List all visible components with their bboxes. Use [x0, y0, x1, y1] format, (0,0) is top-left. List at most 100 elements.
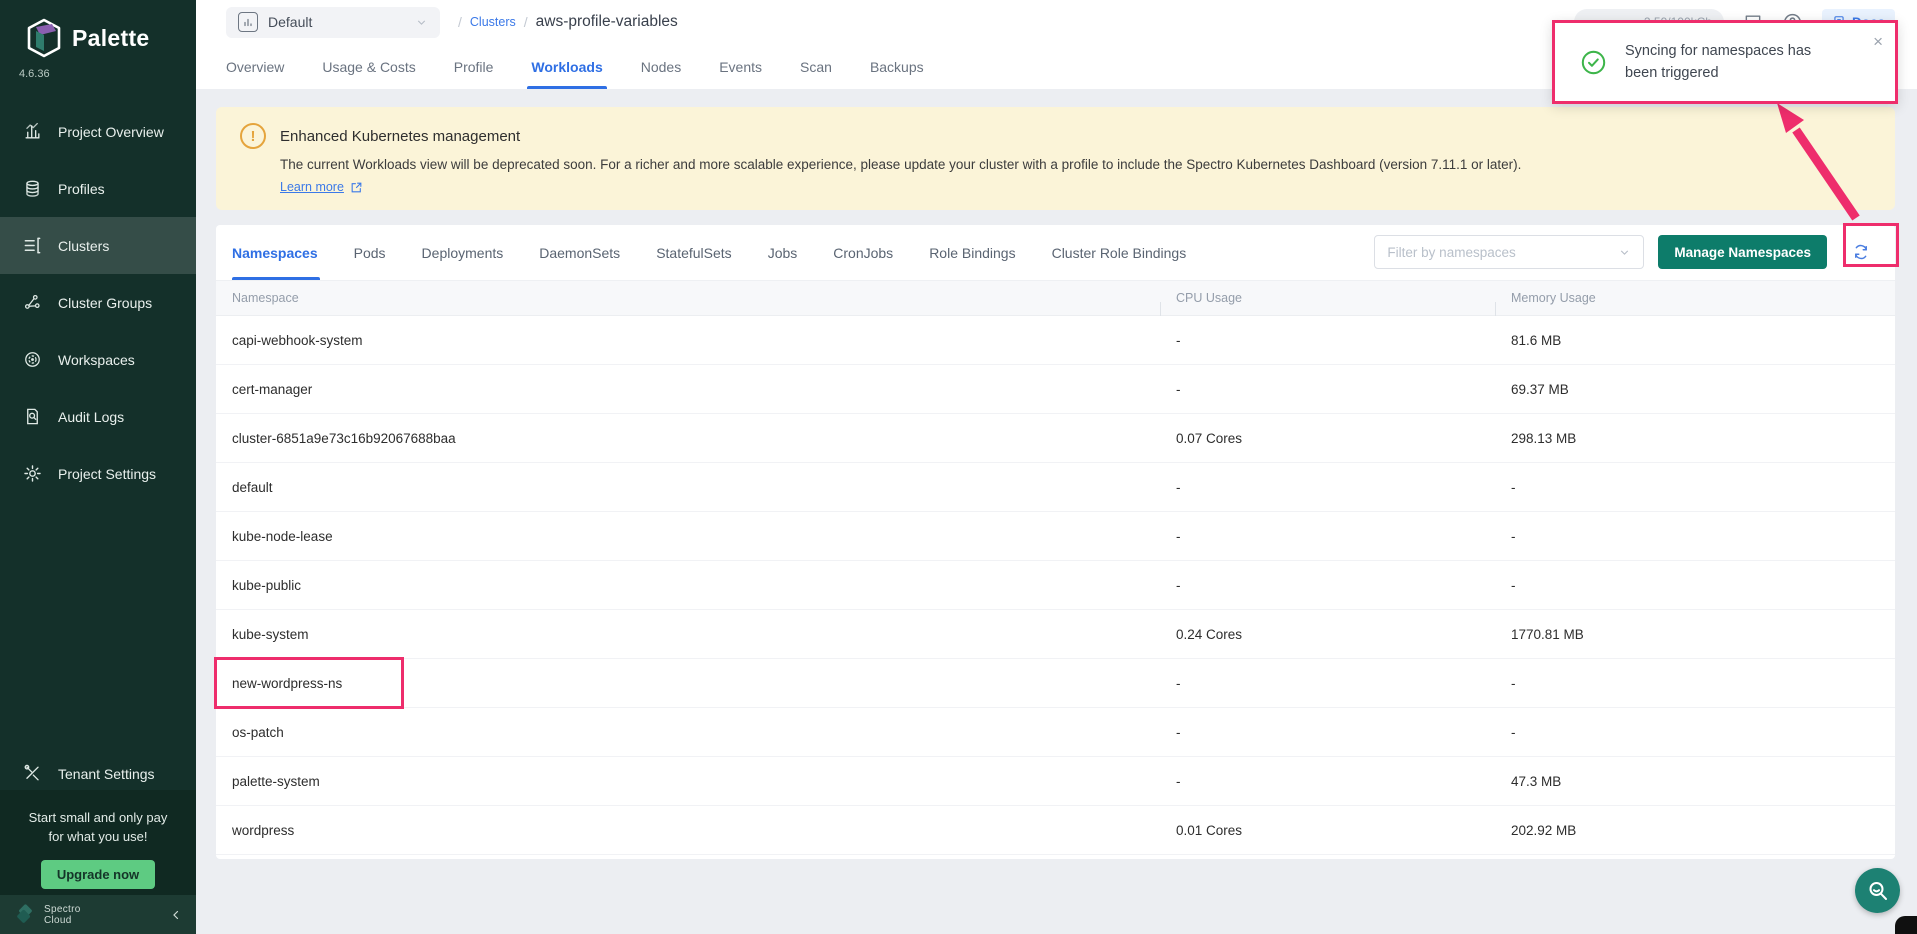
upgrade-promo: Start small and only pay for what you us… [0, 790, 196, 895]
banner-title: Enhanced Kubernetes management [280, 128, 520, 145]
gear-icon [22, 464, 42, 484]
toast-notification: Syncing for namespaces has been triggere… [1552, 20, 1898, 104]
table-row-default[interactable]: default-- [216, 463, 1895, 512]
table-row-kube-public[interactable]: kube-public-- [216, 561, 1895, 610]
search-fab-button[interactable] [1855, 868, 1900, 913]
manage-namespaces-button[interactable]: Manage Namespaces [1658, 235, 1827, 269]
column-header-namespace: Namespace [216, 291, 1160, 305]
learn-more-link[interactable]: Learn more [280, 180, 344, 194]
sidebar-item-audit-logs[interactable]: Audit Logs [0, 388, 196, 445]
target-icon [22, 350, 42, 370]
subtab-pods[interactable]: Pods [354, 225, 386, 280]
promo-text-line1: Start small and only pay [0, 808, 196, 827]
subtab-deployments[interactable]: Deployments [422, 225, 504, 280]
sidebar-item-label: Tenant Settings [58, 766, 155, 782]
cpu-cell: - [1160, 382, 1495, 397]
subtab-statefulsets[interactable]: StatefulSets [656, 225, 732, 280]
workloads-card: Namespaces Pods Deployments DaemonSets State… [216, 225, 1895, 859]
warning-icon: ! [240, 123, 266, 149]
column-header-memory: Memory Usage [1495, 291, 1895, 305]
tab-workloads[interactable]: Workloads [531, 44, 602, 89]
promo-text-line2: for what you use! [0, 827, 196, 846]
project-scope-icon [238, 12, 258, 32]
namespace-cell: kube-public [216, 578, 1160, 593]
sidebar-item-label: Clusters [58, 238, 109, 254]
footer-brand-line1: Spectro [44, 904, 81, 915]
chevron-down-icon [415, 16, 428, 29]
sidebar-item-project-settings[interactable]: Project Settings [0, 445, 196, 502]
tab-events[interactable]: Events [719, 44, 762, 89]
subtab-jobs[interactable]: Jobs [768, 225, 798, 280]
refresh-button[interactable] [1841, 235, 1881, 269]
sidebar-item-label: Profiles [58, 181, 105, 197]
subtab-namespaces[interactable]: Namespaces [232, 225, 318, 280]
memory-cell: - [1495, 480, 1895, 495]
column-header-cpu: CPU Usage [1160, 291, 1495, 305]
cpu-cell: 0.07 Cores [1160, 431, 1495, 446]
tab-backups[interactable]: Backups [870, 44, 924, 89]
table-row-palette-system[interactable]: palette-system-47.3 MB [216, 757, 1895, 806]
cpu-cell: - [1160, 774, 1495, 789]
sidebar-item-label: Project Settings [58, 466, 156, 482]
namespace-cell: capi-webhook-system [216, 333, 1160, 348]
table-row-os-patch[interactable]: os-patch-- [216, 708, 1895, 757]
namespace-cell: kube-system [216, 627, 1160, 642]
tab-scan[interactable]: Scan [800, 44, 832, 89]
breadcrumb-separator: / [524, 14, 528, 30]
tab-profile[interactable]: Profile [454, 44, 494, 89]
cpu-cell: - [1160, 578, 1495, 593]
banner-body: The current Workloads view will be depre… [280, 157, 1871, 172]
table-row-kube-system[interactable]: kube-system0.24 Cores1770.81 MB [216, 610, 1895, 659]
upgrade-now-button[interactable]: Upgrade now [41, 860, 155, 889]
table-row-new-wordpress-ns[interactable]: new-wordpress-ns-- [216, 659, 1895, 708]
memory-cell: 298.13 MB [1495, 431, 1895, 446]
close-icon[interactable]: × [1873, 33, 1883, 50]
chart-icon [22, 122, 42, 142]
namespace-cell: cluster-6851a9e73c16b92067688baa [216, 431, 1160, 446]
memory-cell: - [1495, 725, 1895, 740]
memory-cell: - [1495, 578, 1895, 593]
deprecation-banner: ! Enhanced Kubernetes management The cur… [216, 107, 1895, 210]
tab-nodes[interactable]: Nodes [641, 44, 681, 89]
sidebar-nav: Project Overview Profiles Clusters Cluster … [0, 103, 196, 502]
subtab-cronjobs[interactable]: CronJobs [833, 225, 893, 280]
table-row-cluster-6851a9e73c16b92067688baa[interactable]: cluster-6851a9e73c16b92067688baa0.07 Cor… [216, 414, 1895, 463]
tools-icon [22, 764, 42, 784]
collapse-sidebar-icon[interactable] [170, 909, 182, 921]
table-row-capi-webhook-system[interactable]: capi-webhook-system-81.6 MB [216, 316, 1895, 365]
nodes-icon [22, 293, 42, 313]
search-icon [1866, 879, 1890, 903]
project-scope-value: Default [268, 14, 312, 30]
sidebar-item-label: Workspaces [58, 352, 135, 368]
chevron-down-icon [1618, 246, 1631, 259]
table-header: Namespace CPU Usage Memory Usage [216, 280, 1895, 316]
table-row-kube-node-lease[interactable]: kube-node-lease-- [216, 512, 1895, 561]
footer-brand: Spectro Cloud [44, 904, 81, 926]
namespace-filter-select[interactable]: Filter by namespaces [1374, 235, 1644, 269]
sidebar: Palette 4.6.36 Project Overview Profiles C… [0, 0, 196, 934]
tab-usage-costs[interactable]: Usage & Costs [322, 44, 415, 89]
cpu-cell: - [1160, 676, 1495, 691]
table-body: capi-webhook-system-81.6 MBcert-manager-… [216, 316, 1895, 855]
brand-name: Palette [72, 25, 150, 52]
sidebar-item-clusters[interactable]: Clusters [0, 217, 196, 274]
tab-overview[interactable]: Overview [226, 44, 284, 89]
memory-cell: 81.6 MB [1495, 333, 1895, 348]
breadcrumb-clusters-link[interactable]: Clusters [470, 15, 516, 29]
sidebar-item-workspaces[interactable]: Workspaces [0, 331, 196, 388]
namespace-cell: os-patch [216, 725, 1160, 740]
version-label: 4.6.36 [0, 58, 196, 80]
sidebar-item-label: Cluster Groups [58, 295, 152, 311]
subtab-daemonsets[interactable]: DaemonSets [539, 225, 620, 280]
subtab-role-bindings[interactable]: Role Bindings [929, 225, 1015, 280]
namespace-cell: palette-system [216, 774, 1160, 789]
sidebar-item-profiles[interactable]: Profiles [0, 160, 196, 217]
sidebar-item-cluster-groups[interactable]: Cluster Groups [0, 274, 196, 331]
project-scope-selector[interactable]: Default [226, 7, 440, 38]
subtab-cluster-role-bindings[interactable]: Cluster Role Bindings [1052, 225, 1187, 280]
table-row-wordpress[interactable]: wordpress0.01 Cores202.92 MB [216, 806, 1895, 855]
sidebar-item-project-overview[interactable]: Project Overview [0, 103, 196, 160]
cpu-cell: - [1160, 480, 1495, 495]
namespace-cell: new-wordpress-ns [216, 676, 1160, 691]
table-row-cert-manager[interactable]: cert-manager-69.37 MB [216, 365, 1895, 414]
